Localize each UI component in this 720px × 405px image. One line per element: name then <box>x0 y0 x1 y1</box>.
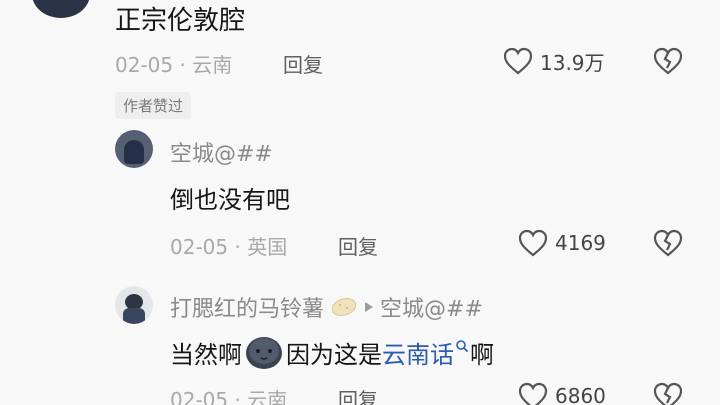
dislike-button[interactable] <box>652 381 684 405</box>
broken-heart-icon <box>652 381 684 405</box>
avatar[interactable] <box>32 0 90 18</box>
like-button[interactable]: 6860 <box>517 381 606 405</box>
author-liked-badge: 作者赞过 <box>115 92 192 119</box>
comment-date: 02-05 <box>115 53 174 77</box>
comment-location: 云南 <box>192 53 233 77</box>
sticker-emoji-icon <box>244 334 284 370</box>
comment-text: 当然啊 因为这是 云南话 啊 <box>170 334 494 370</box>
comment-meta: 02-05 · 英国 <box>170 235 288 259</box>
comment-date: 02-05 <box>170 388 229 405</box>
comment-date: 02-05 <box>170 235 229 259</box>
comment-location: 云南 <box>247 388 288 405</box>
broken-heart-icon <box>652 228 684 258</box>
search-icon[interactable] <box>455 339 469 353</box>
reply-to-username[interactable]: 空城@## <box>380 291 483 323</box>
reply-button[interactable]: 回复 <box>338 231 378 260</box>
reply-button[interactable]: 回复 <box>283 49 323 78</box>
comment-location: 英国 <box>247 235 288 259</box>
broken-heart-icon <box>652 46 684 76</box>
comment-meta: 02-05 · 云南 <box>115 53 233 77</box>
avatar[interactable] <box>115 130 153 168</box>
like-button[interactable]: 4169 <box>517 228 606 258</box>
like-count: 13.9万 <box>540 50 605 75</box>
dislike-button[interactable] <box>652 46 684 76</box>
reply-header: 打腮红的马铃薯 空城@## <box>170 291 483 323</box>
play-arrow-icon <box>364 301 374 313</box>
heart-icon <box>517 228 549 258</box>
heart-icon <box>517 381 549 405</box>
comment-text: 正宗伦敦腔 <box>115 6 246 36</box>
comment-meta: 02-05 · 云南 <box>170 384 287 405</box>
potato-emoji-icon <box>330 296 358 318</box>
reply-button[interactable]: 回复 <box>338 384 378 405</box>
comment-text: 倒也没有吧 <box>170 186 290 214</box>
topic-link[interactable]: 云南话 <box>382 335 454 370</box>
username[interactable]: 打腮红的马铃薯 <box>170 291 324 323</box>
dislike-button[interactable] <box>652 228 684 258</box>
avatar[interactable] <box>115 286 153 324</box>
heart-icon <box>502 46 534 76</box>
like-count: 4169 <box>555 231 606 255</box>
like-count: 6860 <box>555 384 606 405</box>
like-button[interactable]: 13.9万 <box>502 46 605 76</box>
username[interactable]: 空城@## <box>170 136 273 168</box>
